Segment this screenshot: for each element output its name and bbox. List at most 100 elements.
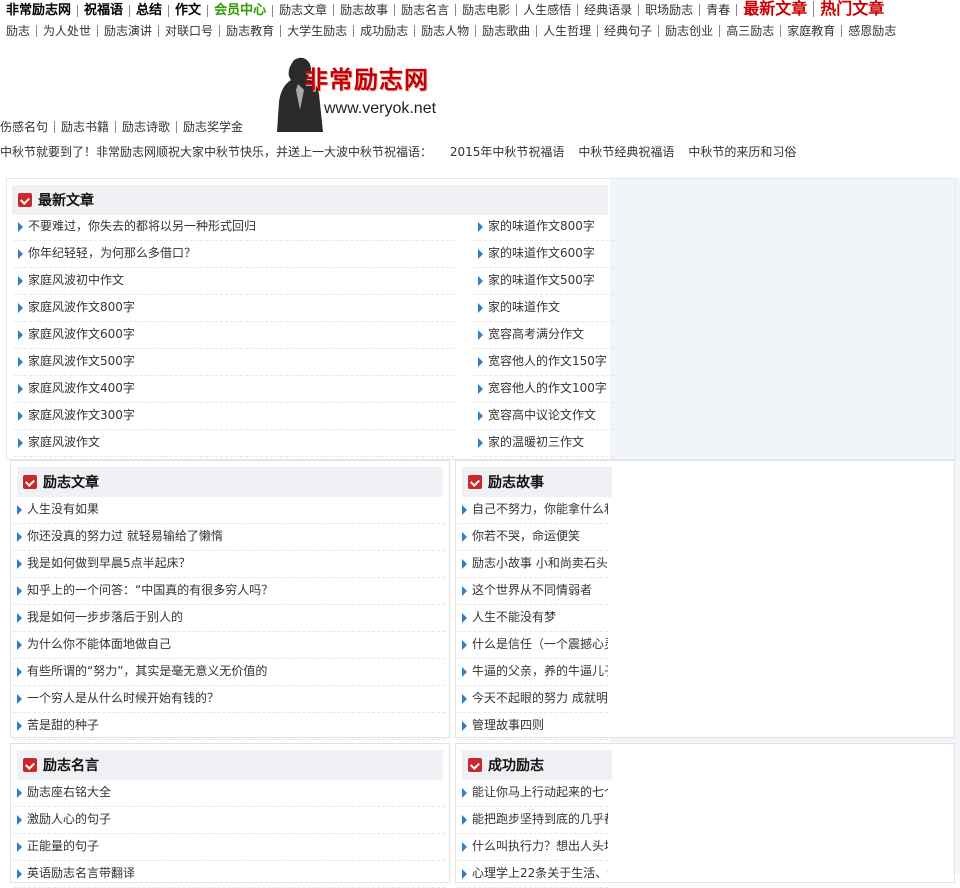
announcement-link[interactable]: 中秋节经典祝福语 [578, 145, 674, 159]
article-link[interactable]: 家的味道作文600字 [488, 246, 595, 260]
article-link[interactable]: 家的味道作文500字 [488, 273, 595, 287]
success-motivation-header: 成功励志 [462, 750, 612, 780]
primary-nav-link[interactable]: 人生感悟 [517, 4, 579, 16]
secondary-nav-link[interactable]: 家庭教育 [781, 25, 843, 37]
article-link[interactable]: 我是如何做到早晨5点半起床？ [27, 556, 191, 570]
list-item: 宽容他人的作文100字 [474, 376, 614, 403]
primary-nav-link[interactable]: 励志文章 [273, 4, 335, 16]
article-link[interactable]: 知乎上的一个问答：“中国真的有很多穷人吗？ [27, 583, 273, 597]
secondary-nav-link[interactable]: 励志演讲 [98, 25, 160, 37]
secondary-nav-link[interactable]: 人生哲理 [537, 25, 599, 37]
site-logo[interactable]: 非常励志网 www.veryok.net [268, 52, 458, 134]
article-link[interactable]: 有些所谓的“努力”，其实是毫无意义无价值的 [27, 664, 267, 678]
list-item: 你还没真的努力过 就轻易输给了懒惰 [13, 524, 445, 551]
announcement-link[interactable]: 中秋节的来历和习俗 [688, 145, 796, 159]
article-link[interactable]: 一个穷人是从什么时候开始有钱的？ [27, 691, 219, 705]
secondary-nav-link[interactable]: 励志人物 [415, 25, 477, 37]
section-tag-icon [23, 475, 37, 489]
primary-nav-link[interactable]: 热门文章 [814, 1, 890, 17]
primary-nav-link[interactable]: 最新文章 [737, 1, 815, 17]
article-link[interactable]: 家庭风波作文400字 [28, 381, 135, 395]
tertiary-nav-link[interactable]: 伤感名句 [0, 121, 56, 133]
article-link[interactable]: 宽容高考满分作文 [488, 327, 584, 341]
list-item: 有些所谓的“努力”，其实是毫无意义无价值的 [13, 659, 445, 686]
primary-nav-link[interactable]: 会员中心 [208, 4, 274, 17]
article-link[interactable]: 这个世界从不同情弱者 [472, 583, 592, 597]
list-item: 宽容他人的作文150字 [474, 349, 614, 376]
primary-nav-link[interactable]: 励志电影 [456, 4, 518, 16]
primary-nav-link[interactable]: 励志故事 [334, 4, 396, 16]
article-link[interactable]: 什么是信任（一个震撼心灵的故事） [472, 637, 608, 651]
article-link[interactable]: 激励人心的句子 [27, 812, 111, 826]
article-link[interactable]: 家庭风波作文800字 [28, 300, 135, 314]
article-link[interactable]: 你若不哭，命运便笑 [472, 529, 580, 543]
secondary-nav-link[interactable]: 经典句子 [598, 25, 660, 37]
article-link[interactable]: 宽容他人的作文150字 [488, 354, 607, 368]
article-link[interactable]: 家庭风波作文 [28, 435, 100, 449]
article-link[interactable]: 人生没有如果 [27, 502, 99, 516]
tertiary-nav-link[interactable]: 励志奖学金 [177, 121, 249, 133]
article-link[interactable]: 励志小故事 小和尚卖石头 [472, 556, 608, 570]
secondary-nav-link[interactable]: 励志教育 [220, 25, 282, 37]
article-link[interactable]: 英语励志名言带翻译 [27, 866, 135, 880]
list-item: 管理故事四则 [458, 713, 608, 740]
list-item: 家的味道作文800字 [474, 214, 614, 241]
article-link[interactable]: 宽容他人的作文100字 [488, 381, 607, 395]
success-motivation-box: 成功励志 能让你马上行动起来的七个问题能把跑步坚持到底的几乎都是成功人士什么叫执… [455, 743, 955, 888]
announcement-text: 中秋节就要到了！非常励志网顺祝大家中秋节快乐，并送上一大波中秋节祝福语： [0, 145, 433, 159]
article-link[interactable]: 宽容高中议论文作文 [488, 408, 596, 422]
article-link[interactable]: 我是如何一步步落后于别人的 [27, 610, 183, 624]
article-link[interactable]: 家的味道作文 [488, 300, 560, 314]
primary-nav-link[interactable]: 总结 [130, 4, 170, 17]
list-item: 家庭风波初中作文 [14, 268, 454, 295]
announcement-link[interactable]: 2015年中秋节祝福语 [450, 145, 565, 159]
article-link[interactable]: 自己不努力，你能拿什么和别人竞争？ [472, 502, 608, 516]
article-link[interactable]: 正能量的句子 [27, 839, 99, 853]
article-link[interactable]: 家的味道作文800字 [488, 219, 595, 233]
secondary-nav-link[interactable]: 感恩励志 [842, 25, 902, 37]
article-link[interactable]: 不要难过，你失去的都将以另一种形式回归 [28, 219, 256, 233]
article-link[interactable]: 家的温暖初三作文 [488, 435, 584, 449]
secondary-nav-link[interactable]: 大学生励志 [281, 25, 355, 37]
tertiary-nav-link[interactable]: 励志诗歌 [116, 121, 178, 133]
secondary-nav-link[interactable]: 励志 [0, 25, 38, 37]
article-link[interactable]: 家庭风波作文300字 [28, 408, 135, 422]
tertiary-nav-link[interactable]: 励志书籍 [55, 121, 117, 133]
article-link[interactable]: 你年纪轻轻，为何那么多借口？ [28, 246, 196, 260]
article-link[interactable]: 人生不能没有梦 [472, 610, 556, 624]
primary-nav-link[interactable]: 励志名言 [395, 4, 457, 16]
article-link[interactable]: 心理学上22条关于生活、情绪与交往间的习惯 [472, 866, 608, 880]
secondary-nav-link[interactable]: 高三励志 [720, 25, 782, 37]
article-link[interactable]: 牛逼的父亲，养的牛逼儿子 [472, 664, 608, 678]
primary-nav-link[interactable]: 非常励志网 [0, 4, 79, 17]
primary-nav-link[interactable]: 作文 [169, 4, 209, 17]
article-link[interactable]: 苦是甜的种子 [27, 718, 99, 732]
article-link[interactable]: 能把跑步坚持到底的几乎都是成功人士 [472, 812, 608, 826]
article-link[interactable]: 家庭风波初中作文 [28, 273, 124, 287]
list-item: 家庭风波作文600字 [14, 322, 454, 349]
article-link[interactable]: 家庭风波作文600字 [28, 327, 135, 341]
secondary-nav-link[interactable]: 励志创业 [659, 25, 721, 37]
article-link[interactable]: 什么叫执行力？想出人头地必看 [472, 839, 608, 853]
list-item: 我是如何做到早晨5点半起床？ [13, 551, 445, 578]
article-link[interactable]: 为什么你不能体面地做自己 [27, 637, 171, 651]
primary-nav-link[interactable]: 祝福语 [78, 4, 131, 17]
motivational-quotes-list: 励志座右铭大全 激励人心的句子 正能量的句子英语励志名言带翻译 [13, 780, 445, 888]
article-link[interactable]: 励志座右铭大全 [27, 785, 111, 799]
secondary-nav-link[interactable]: 对联口号 [159, 25, 221, 37]
article-link[interactable]: 你还没真的努力过 就轻易输给了懒惰 [27, 529, 223, 543]
secondary-nav-link[interactable]: 励志歌曲 [476, 25, 538, 37]
secondary-nav-link[interactable]: 成功励志 [354, 25, 416, 37]
list-item: 能让你马上行动起来的七个问题 [458, 780, 608, 807]
article-link[interactable]: 今天不起眼的努力 成就明天的了不起 [472, 691, 608, 705]
article-link[interactable]: 能让你马上行动起来的七个问题 [472, 785, 608, 799]
tertiary-nav: 伤感名句 励志书籍 励志诗歌 励志奖学金 [0, 120, 249, 136]
latest-articles-title: 最新文章 [38, 193, 94, 209]
primary-nav-link[interactable]: 经典语录 [578, 4, 640, 16]
secondary-nav-link[interactable]: 为人处世 [37, 25, 99, 37]
article-link[interactable]: 家庭风波作文500字 [28, 354, 135, 368]
section-tag-icon [468, 758, 482, 772]
primary-nav-link[interactable]: 青春 [700, 4, 738, 16]
primary-nav-link[interactable]: 职场励志 [639, 4, 701, 16]
article-link[interactable]: 管理故事四则 [472, 718, 544, 732]
